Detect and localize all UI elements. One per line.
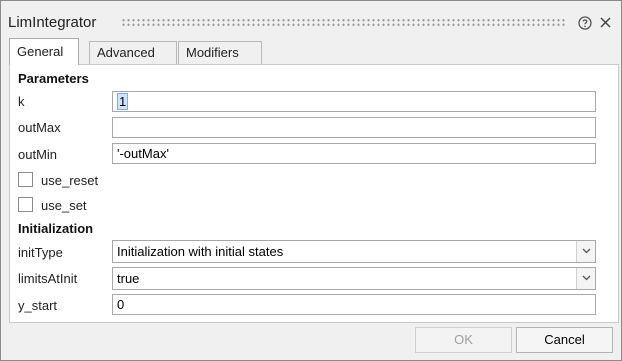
tab-modifiers-label: Modifiers: [186, 45, 239, 60]
parameters-heading: Parameters: [18, 71, 89, 86]
inittype-value: Initialization with initial states: [117, 244, 284, 259]
chevron-down-icon[interactable]: [576, 268, 595, 289]
use-set-label: use_set: [41, 198, 87, 213]
tab-bar: General Advanced Modifiers: [9, 38, 619, 65]
window-title: LimIntegrator: [8, 14, 97, 31]
outmax-field[interactable]: [112, 117, 596, 138]
use-reset-label: use_reset: [41, 173, 99, 188]
chevron-down-icon[interactable]: [576, 241, 595, 262]
outmin-field[interactable]: '-outMax': [112, 143, 596, 164]
k-label: k: [18, 94, 25, 109]
k-field[interactable]: 1: [112, 91, 596, 112]
close-icon[interactable]: [599, 16, 612, 29]
tab-advanced[interactable]: Advanced: [89, 41, 177, 65]
tab-modifiers[interactable]: Modifiers: [178, 41, 262, 65]
tab-advanced-label: Advanced: [97, 45, 155, 60]
tab-general[interactable]: General: [9, 38, 79, 65]
help-icon[interactable]: [578, 16, 592, 30]
dialog-window: LimIntegrator General Advanced Modifiers…: [0, 0, 622, 361]
tab-general-label: General: [17, 44, 64, 59]
ok-button[interactable]: OK: [415, 327, 512, 353]
inittype-select[interactable]: Initialization with initial states: [112, 240, 596, 263]
drag-grip[interactable]: [121, 18, 565, 27]
limitsatinit-value: true: [117, 271, 140, 286]
use-reset-checkbox[interactable]: [18, 172, 33, 187]
ok-button-label: OK: [454, 332, 473, 347]
outmax-label: outMax: [18, 120, 61, 135]
outmin-label: outMin: [18, 147, 58, 162]
y-start-field[interactable]: 0: [112, 294, 596, 315]
use-set-checkbox[interactable]: [18, 197, 33, 212]
y-start-label: y_start: [18, 298, 58, 313]
k-value: 1: [117, 93, 129, 110]
cancel-button-label: Cancel: [544, 332, 585, 347]
limitsatinit-select[interactable]: true: [112, 267, 596, 290]
limitsatinit-label: limitsAtInit: [18, 271, 78, 286]
title-bar[interactable]: LimIntegrator: [1, 1, 621, 35]
cancel-button[interactable]: Cancel: [516, 327, 613, 353]
initialization-heading: Initialization: [18, 221, 94, 236]
inittype-label: initType: [18, 245, 63, 260]
